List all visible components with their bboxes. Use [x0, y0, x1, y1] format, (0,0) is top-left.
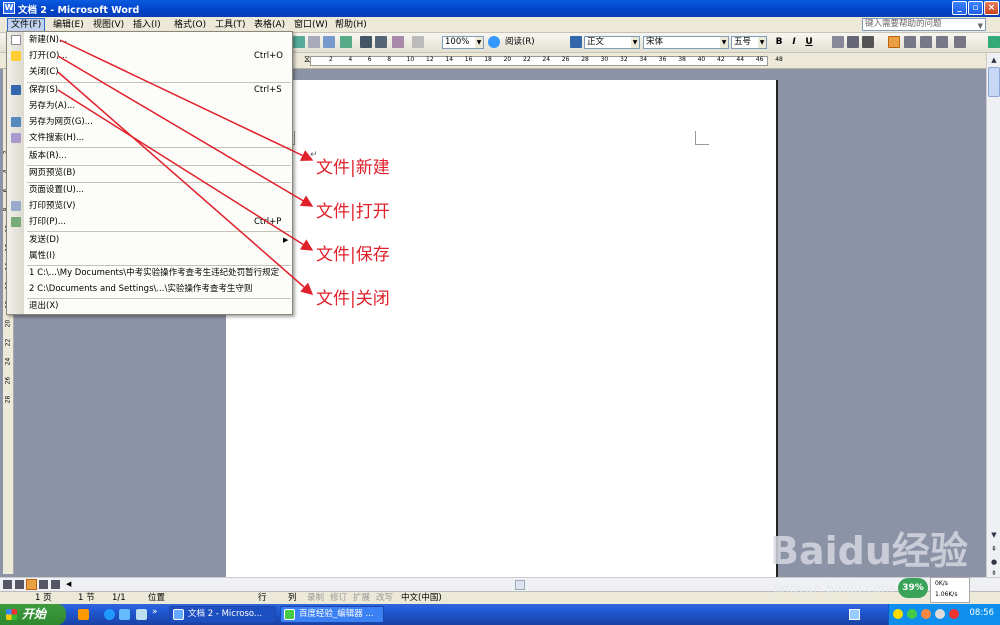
annotation-open: 文件|打开 — [316, 202, 390, 222]
annotation-new: 文件|新建 — [316, 158, 390, 178]
arrow-new — [59, 39, 314, 161]
annotation-arrows — [57, 39, 314, 295]
annotation-close: 文件|关闭 — [316, 289, 390, 309]
arrow-save — [57, 89, 314, 251]
annotation-save: 文件|保存 — [316, 245, 390, 265]
